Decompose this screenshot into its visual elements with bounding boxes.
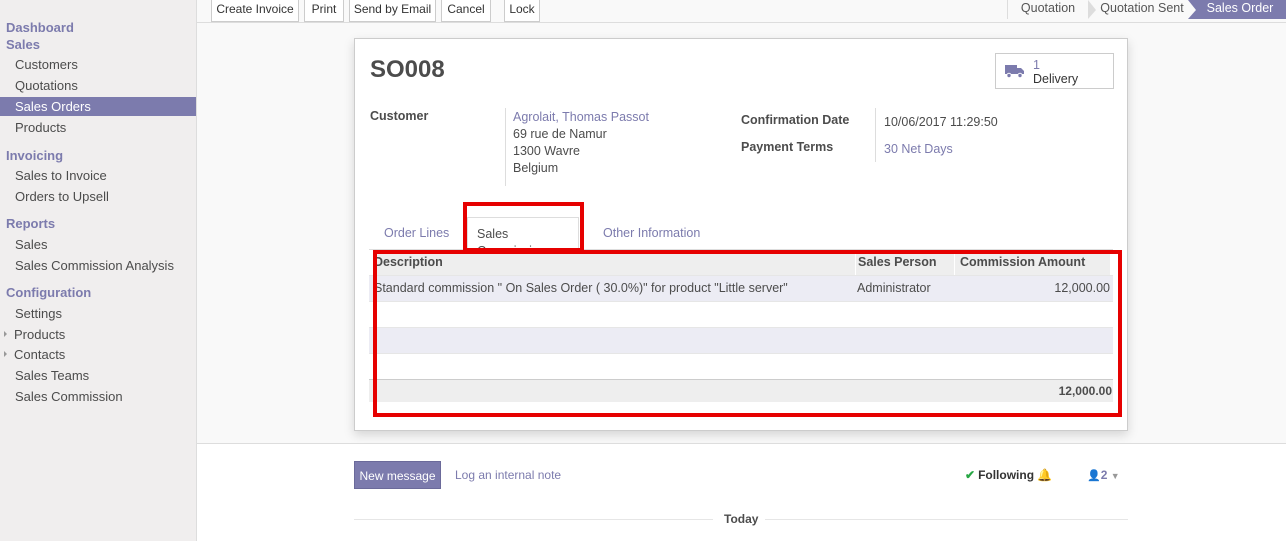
following-button[interactable]: ✔ Following bbox=[965, 468, 1034, 482]
highlight-box-table bbox=[373, 250, 1122, 417]
caret-right-icon bbox=[4, 331, 7, 337]
print-button[interactable]: Print bbox=[304, 0, 344, 22]
customer-link[interactable]: Agrolait, Thomas Passot bbox=[513, 110, 649, 124]
new-message-button[interactable]: New message bbox=[354, 461, 441, 489]
field-divider bbox=[505, 108, 506, 186]
sidebar-item-contacts[interactable]: Contacts bbox=[0, 345, 196, 364]
sidebar-item-label: Contacts bbox=[14, 347, 66, 362]
status-quotation-sent[interactable]: Quotation Sent bbox=[1096, 0, 1188, 19]
followers-count: 2 bbox=[1100, 468, 1108, 482]
customer-address-line: 1300 Wavre bbox=[513, 144, 580, 158]
chatter: New message Log an internal note ✔ Follow… bbox=[197, 443, 1286, 541]
user-icon: 👤 bbox=[1087, 470, 1101, 482]
control-bar: Create Invoice Print Send by Email Cance… bbox=[197, 0, 1286, 23]
following-label: Following bbox=[978, 468, 1035, 482]
sidebar-item-sales-to-invoice[interactable]: Sales to Invoice bbox=[0, 166, 196, 185]
status-quotation[interactable]: Quotation bbox=[1008, 0, 1088, 19]
sidebar-item-config-products[interactable]: Products bbox=[0, 325, 196, 344]
bell-icon[interactable]: 🔔 bbox=[1037, 468, 1052, 482]
delivery-smart-button[interactable]: 1 Delivery bbox=[995, 53, 1114, 89]
delivery-label: Delivery bbox=[1033, 72, 1079, 86]
sidebar-dashboard[interactable]: Dashboard bbox=[6, 20, 74, 35]
followers-button[interactable]: 👤2 ▼ bbox=[1087, 468, 1120, 482]
sidebar-item-sales-commission[interactable]: Sales Commission bbox=[0, 387, 196, 406]
customer-label: Customer bbox=[370, 109, 429, 123]
customer-address-line: Belgium bbox=[513, 161, 559, 175]
divider bbox=[354, 519, 713, 520]
caret-down-icon: ▼ bbox=[1110, 471, 1120, 481]
order-title: SO008 bbox=[370, 56, 445, 83]
sidebar-item-customers[interactable]: Customers bbox=[0, 55, 196, 74]
sidebar-item-sales-commission-analysis[interactable]: Sales Commission Analysis bbox=[0, 256, 196, 275]
create-invoice-button[interactable]: Create Invoice bbox=[211, 0, 299, 22]
tab-order-lines[interactable]: Order Lines bbox=[384, 225, 449, 252]
confirmation-date-label: Confirmation Date bbox=[741, 113, 850, 127]
send-by-email-button[interactable]: Send by Email bbox=[349, 0, 436, 22]
sidebar-item-products[interactable]: Products bbox=[0, 118, 196, 137]
sidebar-section-reports[interactable]: Reports bbox=[6, 216, 55, 231]
check-icon: ✔ bbox=[965, 468, 976, 482]
payment-terms-label: Payment Terms bbox=[741, 140, 834, 154]
cancel-button[interactable]: Cancel bbox=[441, 0, 491, 22]
form-sheet: SO008 1 Delivery Customer Agrolait, Thom… bbox=[354, 38, 1128, 431]
sidebar-item-sales-report[interactable]: Sales bbox=[0, 235, 196, 254]
sidebar-item-sales-teams[interactable]: Sales Teams bbox=[0, 366, 196, 385]
status-arrow-icon bbox=[1088, 0, 1096, 19]
truck-icon bbox=[1005, 65, 1024, 78]
sidebar-item-label: Products bbox=[14, 327, 66, 342]
sidebar-item-sales-orders[interactable]: Sales Orders bbox=[0, 97, 196, 116]
sidebar: Dashboard Sales Customers Quotations Sal… bbox=[0, 0, 197, 541]
delivery-count: 1 bbox=[1033, 58, 1040, 72]
status-arrow-icon bbox=[1188, 0, 1196, 19]
field-divider bbox=[875, 108, 876, 162]
sidebar-section-configuration[interactable]: Configuration bbox=[6, 285, 91, 300]
sidebar-item-orders-to-upsell[interactable]: Orders to Upsell bbox=[0, 187, 196, 206]
lock-button[interactable]: Lock bbox=[504, 0, 540, 22]
confirmation-date-value: 10/06/2017 11:29:50 bbox=[884, 115, 998, 129]
sidebar-section-invoicing[interactable]: Invoicing bbox=[6, 148, 63, 163]
sidebar-item-settings[interactable]: Settings bbox=[0, 304, 196, 323]
customer-address-line: 69 rue de Namur bbox=[513, 127, 607, 141]
today-separator: Today bbox=[724, 512, 759, 526]
payment-terms-link[interactable]: 30 Net Days bbox=[884, 142, 953, 156]
log-note-link[interactable]: Log an internal note bbox=[455, 468, 561, 482]
status-sales-order[interactable]: Sales Order bbox=[1188, 0, 1286, 19]
sidebar-item-quotations[interactable]: Quotations bbox=[0, 76, 196, 95]
divider bbox=[765, 519, 1128, 520]
highlight-box-tab bbox=[463, 202, 584, 252]
sidebar-section-sales[interactable]: Sales bbox=[6, 37, 40, 52]
caret-right-icon bbox=[4, 351, 7, 357]
tab-other-information[interactable]: Other Information bbox=[603, 225, 700, 252]
